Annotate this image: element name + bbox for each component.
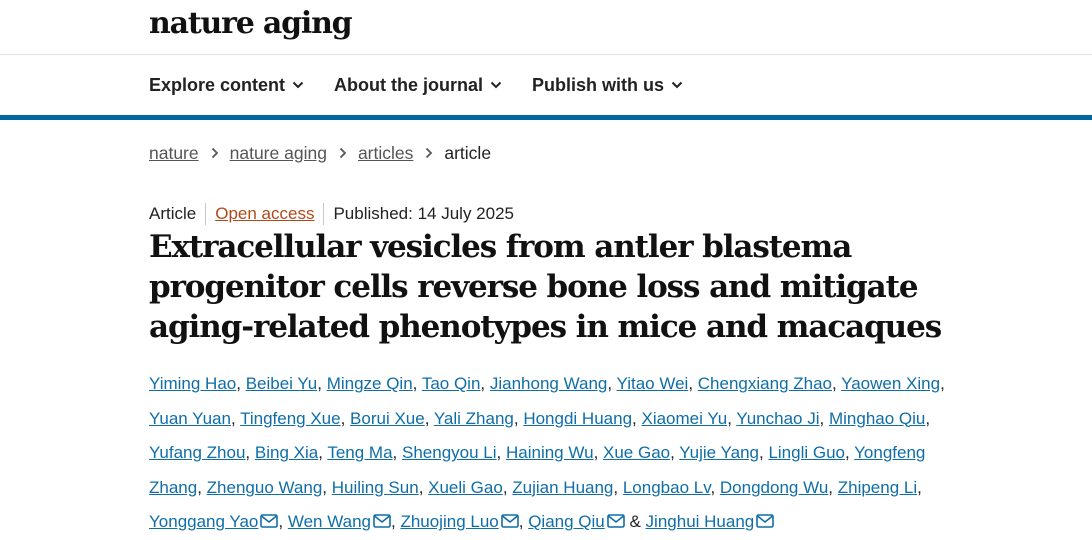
author-link[interactable]: Chengxiang Zhao: [698, 374, 832, 393]
nav-publish-with-us[interactable]: Publish with us: [532, 72, 683, 98]
author-link[interactable]: Hongdi Huang: [523, 409, 632, 428]
author-link[interactable]: Yonggang Yao: [149, 512, 258, 531]
author-link[interactable]: Borui Xue: [350, 409, 425, 428]
author-link[interactable]: Yunchao Ji: [736, 409, 819, 428]
chevron-down-icon: [292, 81, 304, 89]
envelope-icon[interactable]: [500, 514, 519, 528]
author-link[interactable]: Lingli Guo: [768, 443, 845, 462]
author-link[interactable]: Minghao Qiu: [829, 409, 925, 428]
published-date: Published: 14 July 2025: [333, 204, 514, 223]
author-link[interactable]: Xueli Gao: [428, 478, 503, 497]
nav-about-the-journal-label: About the journal: [334, 75, 484, 95]
article-title: Extracellular vesicles from antler blast…: [149, 229, 942, 345]
author-link[interactable]: Mingze Qin: [327, 374, 413, 393]
article-meta: Article Open access Published: 14 July 2…: [149, 202, 514, 226]
meta-divider: [205, 203, 207, 225]
author-link[interactable]: Beibei Yu: [246, 374, 318, 393]
main-nav: Explore content About the journal Publis…: [149, 72, 713, 98]
breadcrumb-nature[interactable]: nature: [149, 141, 199, 165]
envelope-icon[interactable]: [260, 514, 279, 528]
author-link[interactable]: Shengyou Li: [402, 443, 497, 462]
author-link[interactable]: Qiang Qiu: [528, 512, 605, 531]
nav-explore-content[interactable]: Explore content: [149, 72, 304, 98]
author-link[interactable]: Longbao Lv: [623, 478, 711, 497]
author-link[interactable]: Zhenguo Wang: [207, 478, 323, 497]
author-link[interactable]: Zhuojing Luo: [400, 512, 498, 531]
journal-logo[interactable]: nature aging: [149, 4, 353, 44]
open-access-link[interactable]: Open access: [215, 202, 314, 226]
author-link[interactable]: Yiming Hao: [149, 374, 236, 393]
author-link[interactable]: Yufang Zhou: [149, 443, 245, 462]
nav-about-the-journal[interactable]: About the journal: [334, 72, 502, 98]
chevron-down-icon: [671, 81, 683, 89]
meta-divider: [323, 203, 325, 225]
chevron-right-icon: [211, 147, 219, 159]
author-link[interactable]: Jinghui Huang: [646, 512, 755, 531]
author-link[interactable]: Haining Wu: [506, 443, 594, 462]
author-link[interactable]: Teng Ma: [327, 443, 392, 462]
accent-rule: [0, 115, 1092, 120]
chevron-right-icon: [425, 147, 433, 159]
author-list: Yiming Hao, Beibei Yu, Mingze Qin, Tao Q…: [149, 374, 945, 532]
author-link[interactable]: Dongdong Wu: [720, 478, 828, 497]
article-type: Article: [149, 204, 197, 223]
author-link[interactable]: Yaowen Xing: [841, 374, 940, 393]
envelope-icon[interactable]: [373, 514, 391, 528]
author-link[interactable]: Yujie Yang: [679, 443, 759, 462]
chevron-down-icon: [490, 81, 502, 89]
nav-publish-with-us-label: Publish with us: [532, 75, 665, 95]
header-divider: [0, 54, 1092, 55]
author-link[interactable]: Xiaomei Yu: [641, 409, 727, 428]
author-link[interactable]: Huiling Sun: [332, 478, 419, 497]
envelope-icon[interactable]: [606, 514, 625, 528]
author-link[interactable]: Tingfeng Xue: [240, 409, 341, 428]
author-link[interactable]: Yuan Yuan: [149, 409, 231, 428]
author-link[interactable]: Zujian Huang: [512, 478, 613, 497]
chevron-right-icon: [339, 147, 347, 159]
breadcrumb-nature-aging[interactable]: nature aging: [230, 141, 327, 165]
author-link[interactable]: Yitao Wei: [617, 374, 689, 393]
envelope-icon[interactable]: [756, 514, 775, 528]
breadcrumb-current: article: [444, 143, 492, 163]
author-link[interactable]: Wen Wang: [288, 512, 371, 531]
author-link[interactable]: Tao Qin: [422, 374, 481, 393]
author-link[interactable]: Xue Gao: [603, 443, 670, 462]
nav-explore-content-label: Explore content: [149, 75, 286, 95]
author-link[interactable]: Jianhong Wang: [490, 374, 608, 393]
author-link[interactable]: Yali Zhang: [434, 409, 514, 428]
breadcrumb-articles[interactable]: articles: [358, 141, 413, 165]
author-link[interactable]: Bing Xia: [255, 443, 318, 462]
author-link[interactable]: Zhipeng Li: [838, 478, 917, 497]
breadcrumb: nature nature aging articles article: [149, 141, 491, 165]
